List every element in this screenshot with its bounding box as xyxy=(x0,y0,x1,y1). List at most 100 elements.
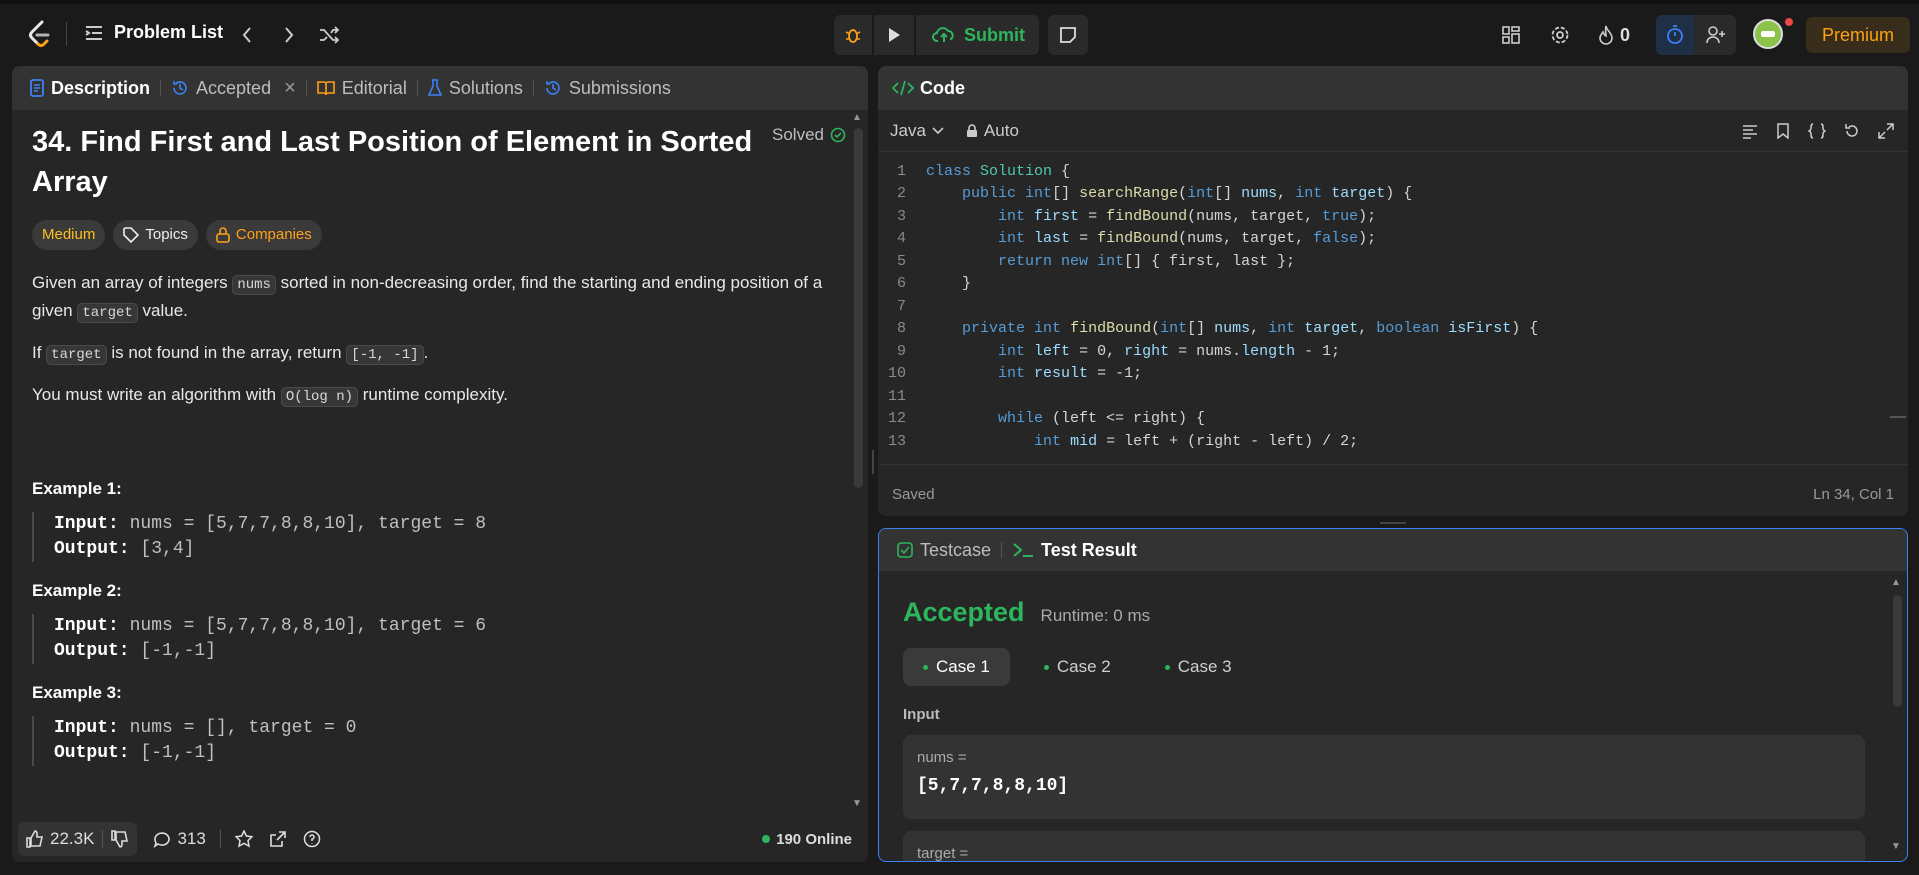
premium-label: Premium xyxy=(1821,24,1894,45)
layout-icon xyxy=(1502,26,1520,44)
problem-description: 34. Find First and Last Position of Elem… xyxy=(32,122,852,782)
code-line: 3 int first = findBound (nums, target, tr… xyxy=(896,207,1377,225)
code-panel: Code Java Auto 1 class Solution { 2 publi… xyxy=(878,66,1908,516)
tab-solutions[interactable]: Solutions xyxy=(418,78,533,99)
lock-icon xyxy=(966,123,977,137)
notification-dot xyxy=(1785,18,1793,26)
save-status: Saved xyxy=(892,486,935,503)
vertical-resize-handle[interactable] xyxy=(872,450,874,474)
shuffle-icon xyxy=(320,26,340,44)
settings-button[interactable] xyxy=(1549,24,1571,46)
tab-submissions-label: Submissions xyxy=(568,77,671,98)
leetcode-logo[interactable] xyxy=(26,20,52,48)
divider xyxy=(66,22,67,46)
debug-button[interactable] xyxy=(834,15,872,55)
case-tab-2[interactable]: Case 2 xyxy=(1024,648,1131,686)
thumbs-up-icon xyxy=(26,830,43,848)
scroll-down-icon[interactable]: ▼ xyxy=(1891,841,1901,852)
scroll-down-icon[interactable]: ▼ xyxy=(852,798,862,809)
check-circle-icon xyxy=(830,127,846,143)
flame-icon xyxy=(1599,25,1613,45)
submit-button[interactable]: Submit xyxy=(916,15,1039,55)
example-block: Input: nums = [], target = 0 Output: [-1… xyxy=(32,716,852,766)
problem-list-button[interactable]: Problem List xyxy=(84,22,223,43)
run-button[interactable] xyxy=(874,15,914,55)
description-scrollbar[interactable] xyxy=(854,128,863,488)
dislike-button[interactable] xyxy=(103,823,137,855)
input-value-box: target = xyxy=(903,831,1865,861)
solved-status: Solved xyxy=(772,122,846,148)
auto-mode-toggle[interactable]: Auto xyxy=(966,121,1019,141)
avatar[interactable] xyxy=(1753,19,1783,49)
chevron-right-icon xyxy=(285,27,294,43)
history-icon xyxy=(173,81,187,95)
case-tab-3[interactable]: Case 3 xyxy=(1145,648,1252,686)
like-dislike-group: 22.3K xyxy=(18,822,138,856)
bookmark-icon[interactable] xyxy=(1776,122,1790,139)
previous-problem-button[interactable] xyxy=(236,24,258,46)
horizontal-resize-handle[interactable] xyxy=(1380,522,1406,524)
editor-actions xyxy=(1742,122,1894,139)
case-tab-1[interactable]: Case 1 xyxy=(903,648,1010,686)
problem-list-label: Problem List xyxy=(114,22,224,42)
runtime-text: Runtime: 0 ms xyxy=(1040,606,1151,625)
companies-chip[interactable]: Companies xyxy=(205,220,322,250)
cursor-position: Ln 34, Col 1 xyxy=(1813,486,1894,503)
close-tab-icon[interactable]: × xyxy=(284,77,296,100)
result-scrollbar[interactable] xyxy=(1893,595,1902,707)
scroll-up-icon[interactable]: ▲ xyxy=(852,112,862,123)
tab-accepted[interactable]: Accepted × xyxy=(161,77,306,100)
streak-count: 0 xyxy=(1620,24,1631,45)
reset-icon[interactable] xyxy=(1844,123,1860,139)
code-line: 8 private int findBound(int[] nums, int … xyxy=(896,320,1539,338)
next-problem-button[interactable] xyxy=(278,24,300,46)
cloud-upload-icon xyxy=(932,27,954,42)
random-problem-button[interactable] xyxy=(316,24,342,46)
verdict-row: Accepted Runtime: 0 ms xyxy=(903,597,1150,628)
topics-chip[interactable]: Topics xyxy=(113,220,198,250)
example-heading: Example 3: xyxy=(32,683,122,702)
tab-testcase[interactable]: Testcase xyxy=(893,540,1001,561)
expand-icon[interactable] xyxy=(1878,122,1894,139)
favorite-button[interactable] xyxy=(227,823,261,855)
like-button[interactable]: 22.3K xyxy=(18,823,102,855)
timer-button[interactable] xyxy=(1656,15,1694,55)
online-count: 190 Online xyxy=(776,830,852,848)
history-icon xyxy=(546,81,560,95)
example-heading: Example 2: xyxy=(32,581,122,600)
braces-icon[interactable] xyxy=(1808,122,1826,139)
streak-counter[interactable]: 0 xyxy=(1598,24,1630,46)
example-block: Input: nums = [5,7,7,8,8,10], target = 6… xyxy=(32,614,852,664)
document-icon xyxy=(30,79,44,97)
solved-label: Solved xyxy=(772,125,824,144)
scroll-up-icon[interactable]: ▲ xyxy=(1891,577,1901,588)
code-line: 4 int last = findBound (nums, target, fal… xyxy=(896,230,1377,248)
share-button[interactable] xyxy=(261,823,295,855)
code-line: 1 class Solution { xyxy=(896,162,1071,180)
help-button[interactable] xyxy=(295,823,329,855)
tag-icon xyxy=(123,227,140,243)
comments-button[interactable]: 313 xyxy=(145,823,213,855)
invite-button[interactable] xyxy=(1696,15,1736,55)
tab-description[interactable]: Description xyxy=(26,78,160,99)
gear-icon xyxy=(1551,26,1569,44)
flask-icon xyxy=(427,79,442,96)
tab-test-result[interactable]: Test Result xyxy=(1002,540,1147,561)
tab-test-result-label: Test Result xyxy=(1041,539,1137,560)
language-label: Java xyxy=(890,120,926,140)
tab-editorial[interactable]: Editorial xyxy=(307,78,417,99)
question-circle-icon xyxy=(303,830,321,848)
premium-button[interactable]: Premium xyxy=(1806,17,1910,53)
code-editor[interactable]: 1 class Solution { 2 public int[] searchR… xyxy=(878,160,1888,450)
case-tabs: Case 1 Case 2 Case 3 xyxy=(903,648,1252,686)
code-line: 6 } xyxy=(896,275,972,293)
notes-button[interactable] xyxy=(1048,15,1088,55)
chevron-left-icon xyxy=(242,27,251,43)
language-select[interactable]: Java xyxy=(890,121,944,141)
variable-name: nums = xyxy=(917,749,967,766)
layout-button[interactable] xyxy=(1500,24,1522,46)
thumbs-down-icon xyxy=(111,830,129,848)
format-icon[interactable] xyxy=(1742,123,1758,139)
tab-submissions[interactable]: Submissions xyxy=(534,78,681,99)
description-tabbar: Description Accepted × Editorial Solutio… xyxy=(12,66,868,110)
